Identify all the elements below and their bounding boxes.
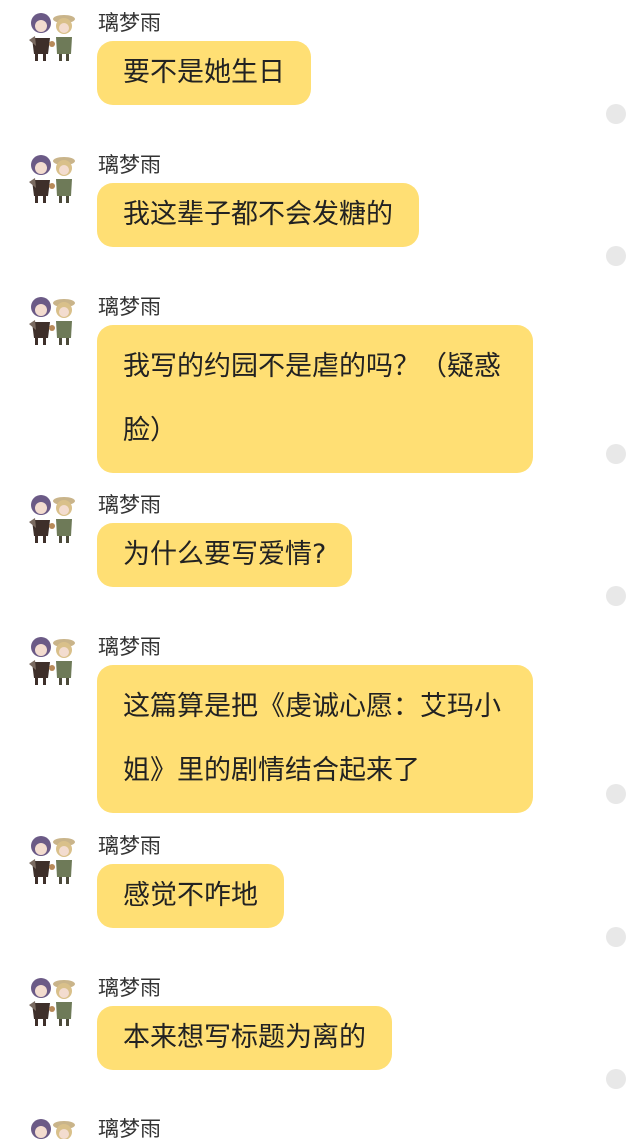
read-status-dot-icon <box>606 104 626 124</box>
sender-name: 璃梦雨 <box>98 1117 161 1139</box>
read-status-dot-icon <box>606 927 626 947</box>
read-status-dot-icon <box>606 246 626 266</box>
sender-name: 璃梦雨 <box>98 295 161 319</box>
chat-message-list[interactable]: 璃梦雨 要不是她生日 璃梦雨 我这辈子都不会发糖的 璃梦雨 我写的约园不是虐的吗… <box>0 0 640 1139</box>
sender-name: 璃梦雨 <box>98 635 161 659</box>
sender-name: 璃梦雨 <box>98 834 161 858</box>
sender-name: 璃梦雨 <box>98 153 161 177</box>
read-status-dot-icon <box>606 1069 626 1089</box>
avatar-icon[interactable] <box>26 10 78 62</box>
sender-name: 璃梦雨 <box>98 976 161 1000</box>
avatar-icon[interactable] <box>26 634 78 686</box>
message-bubble[interactable]: 我写的约园不是虐的吗？（疑惑脸） <box>97 325 533 473</box>
message-bubble[interactable]: 这篇算是把《虔诚心愿：艾玛小姐》里的剧情结合起来了 <box>97 665 533 813</box>
read-status-dot-icon <box>606 444 626 464</box>
read-status-dot-icon <box>606 784 626 804</box>
sender-name: 璃梦雨 <box>98 493 161 517</box>
avatar-icon[interactable] <box>26 294 78 346</box>
avatar-icon[interactable] <box>26 492 78 544</box>
read-status-dot-icon <box>606 586 626 606</box>
sender-name: 璃梦雨 <box>98 11 161 35</box>
message-bubble[interactable]: 为什么要写爱情? <box>97 523 353 587</box>
message-bubble[interactable]: 感觉不咋地 <box>97 864 284 928</box>
avatar-icon[interactable] <box>26 833 78 885</box>
avatar-icon[interactable] <box>26 975 78 1027</box>
avatar-icon[interactable] <box>26 1116 78 1139</box>
message-bubble[interactable]: 要不是她生日 <box>97 41 311 105</box>
avatar-icon[interactable] <box>26 152 78 204</box>
message-bubble[interactable]: 本来想写标题为离的 <box>97 1006 392 1070</box>
message-bubble[interactable]: 我这辈子都不会发糖的 <box>97 183 419 247</box>
